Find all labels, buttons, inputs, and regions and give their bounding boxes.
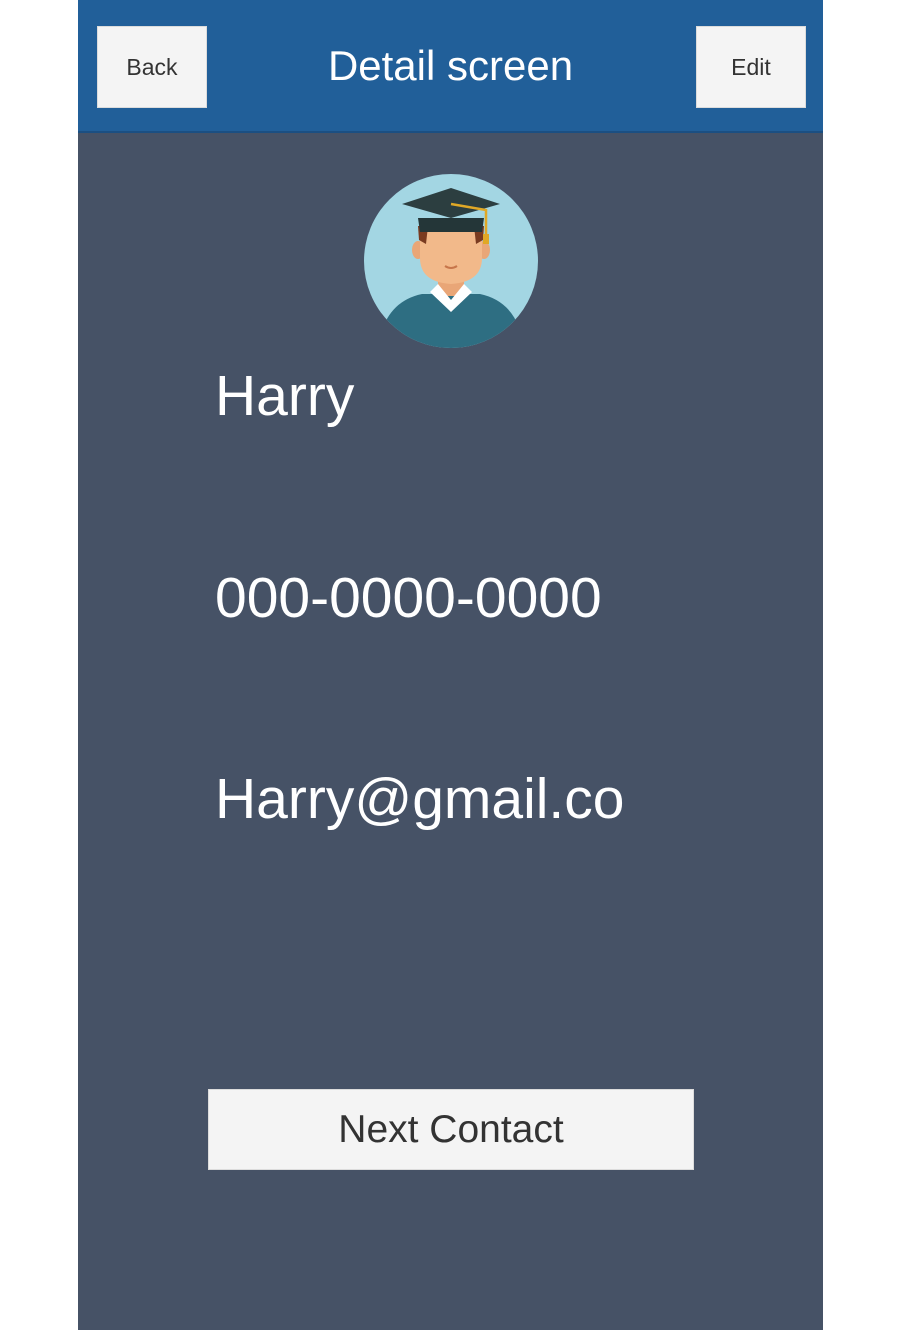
next-contact-button[interactable]: Next Contact	[208, 1089, 694, 1170]
contact-phone: 000-0000-0000	[215, 566, 602, 630]
edit-button[interactable]: Edit	[696, 26, 806, 108]
contact-email: Harry@gmail.co	[215, 767, 625, 831]
detail-screen: Back Detail screen Edit Harry 000-0000-0…	[78, 0, 823, 1330]
graduate-avatar-icon	[364, 174, 538, 348]
contact-name: Harry	[215, 364, 355, 428]
app-header: Back Detail screen Edit	[78, 0, 823, 133]
